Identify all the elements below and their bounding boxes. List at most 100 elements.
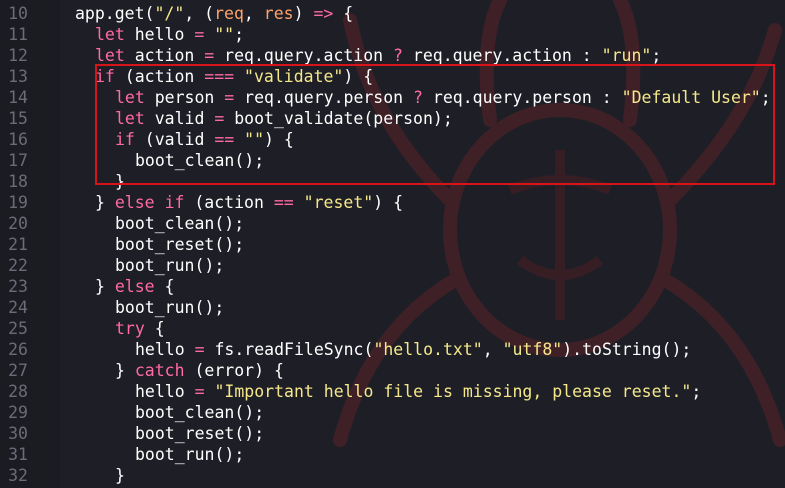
- line-number: 22: [8, 256, 28, 275]
- string-token: "Important hello file is missing, please…: [214, 382, 692, 401]
- line-code: let action = req.query.action ? req.quer…: [95, 45, 661, 66]
- code-token: ;: [234, 25, 245, 44]
- line-code: app.get("/", (req, res) => {: [75, 3, 353, 24]
- string-token: "utf8": [502, 340, 563, 359]
- line-number: 30: [8, 424, 28, 443]
- code-token: boot_run();: [115, 298, 225, 317]
- keyword-token: =: [194, 25, 205, 44]
- code-line: 32}: [0, 465, 785, 486]
- line-number: 13: [8, 67, 28, 86]
- code-line: 22 boot_run();: [0, 255, 785, 276]
- code-line: 31 boot_run();: [0, 444, 785, 465]
- keyword-token: =: [204, 46, 215, 65]
- line-number: 15: [8, 109, 28, 128]
- code-line: 24 boot_run();: [0, 297, 785, 318]
- line-number: 32: [8, 466, 28, 485]
- code-line: 28 hello = "Important hello file is missi…: [0, 381, 785, 402]
- code-token: req.query.action: [214, 46, 394, 65]
- line-code: boot_clean();: [135, 402, 264, 423]
- line-code: let hello = "";: [95, 24, 244, 45]
- line-number: 14: [8, 88, 28, 107]
- keyword-token: else: [114, 193, 155, 212]
- string-token: "hello.txt": [373, 340, 483, 359]
- code-token: }: [95, 277, 115, 296]
- line-code: } catch (error) {: [115, 360, 284, 381]
- code-token: ).toString();: [562, 340, 692, 359]
- keyword-token: let: [95, 46, 125, 65]
- string-token: "reset": [303, 193, 374, 212]
- code-line: 10 app.get("/", (req, res) => {: [0, 3, 785, 24]
- code-token: }: [115, 361, 135, 380]
- line-code: } else if (action == "reset") {: [95, 192, 403, 213]
- code-token: ;: [651, 46, 662, 65]
- line-number: 28: [8, 382, 28, 401]
- code-line: 20 boot_clean();: [0, 213, 785, 234]
- keyword-token: else: [114, 277, 155, 296]
- code-token: (error) {: [184, 361, 284, 380]
- line-code: } else {: [95, 276, 175, 297]
- string-token: "/": [154, 4, 185, 23]
- line-code: try {: [115, 318, 165, 339]
- code-editor[interactable]: 10 app.get("/", (req, res) => { 11 let hell…: [0, 0, 785, 488]
- keyword-token: =: [194, 340, 205, 359]
- keyword-token: if: [164, 193, 185, 212]
- line-number: 19: [8, 193, 28, 212]
- line-code: boot_reset();: [135, 423, 264, 444]
- keyword-token: let: [95, 25, 125, 44]
- line-number: 21: [8, 235, 28, 254]
- code-line: 21 boot_reset();: [0, 234, 785, 255]
- string-token: "run": [601, 46, 652, 65]
- keyword-token: catch: [134, 361, 185, 380]
- line-number: 11: [8, 25, 28, 44]
- highlight-box: [95, 64, 775, 185]
- code-token: boot_reset();: [115, 235, 245, 254]
- keyword-token: try: [115, 319, 145, 338]
- line-number: 27: [8, 361, 28, 380]
- code-token: {: [333, 4, 354, 23]
- code-line: 11 let hello = "";: [0, 24, 785, 45]
- line-number: 10: [8, 4, 28, 23]
- keyword-token: =>: [313, 4, 334, 23]
- code-token: (action: [184, 193, 274, 212]
- code-token: boot_clean();: [135, 403, 265, 422]
- line-number: 20: [8, 214, 28, 233]
- line-number: 26: [8, 340, 28, 359]
- code-line: 30 boot_reset();: [0, 423, 785, 444]
- code-token: ;: [691, 382, 702, 401]
- code-token: app.get(: [75, 4, 155, 23]
- code-line: 29 boot_clean();: [0, 402, 785, 423]
- line-code: boot_run();: [115, 297, 224, 318]
- param-token: req: [214, 4, 244, 23]
- line-code: hello = "Important hello file is missing…: [135, 381, 701, 402]
- code-line: 12 let action = req.query.action ? req.qu…: [0, 45, 785, 66]
- line-number: 12: [8, 46, 28, 65]
- line-number: 24: [8, 298, 28, 317]
- line-number: 18: [8, 172, 28, 191]
- keyword-token: ==: [273, 193, 294, 212]
- line-code: hello = fs.readFileSync("hello.txt", "ut…: [135, 339, 691, 360]
- line-code: boot_run();: [115, 255, 224, 276]
- code-token: ): [293, 4, 314, 23]
- code-line: 27} catch (error) {: [0, 360, 785, 381]
- code-token: hello: [135, 340, 195, 359]
- code-line: 23} else {: [0, 276, 785, 297]
- code-token: boot_run();: [135, 445, 245, 464]
- code-token: action: [124, 46, 205, 65]
- line-code: }: [115, 465, 125, 486]
- code-line: 19 } else if (action == "reset") {: [0, 192, 785, 213]
- code-token: {: [154, 277, 175, 296]
- line-number: 31: [8, 445, 28, 464]
- line-number: 29: [8, 403, 28, 422]
- code-token: hello: [124, 25, 195, 44]
- line-code: boot_clean();: [115, 213, 244, 234]
- line-number: 25: [8, 319, 28, 338]
- code-token: }: [115, 466, 125, 485]
- keyword-token: =: [194, 382, 205, 401]
- code-token: fs.readFileSync(: [204, 340, 374, 359]
- line-number: 16: [8, 130, 28, 149]
- code-token: boot_reset();: [135, 424, 265, 443]
